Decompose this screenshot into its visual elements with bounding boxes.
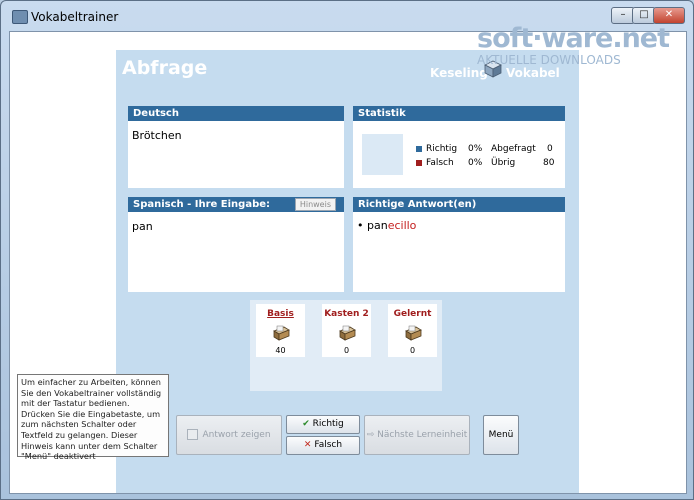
kasten-basis[interactable]: Basis 40 bbox=[256, 304, 305, 357]
correct-button[interactable]: ✔ Richtig bbox=[286, 415, 360, 434]
kasten-label: Basis bbox=[267, 309, 294, 319]
deutsch-box: Deutsch Brötchen bbox=[128, 106, 344, 188]
kasten-panel: Basis 40 Kasten 2 0 Gelernt 0 bbox=[250, 300, 442, 391]
kasten-gelernt[interactable]: Gelernt 0 bbox=[388, 304, 437, 357]
correct-answer-item: • panecillo bbox=[357, 219, 416, 232]
stat-label: Falsch bbox=[426, 158, 454, 168]
stat-value2: 0 bbox=[547, 144, 553, 154]
show-answer-icon bbox=[187, 429, 199, 440]
kasten-count: 0 bbox=[409, 346, 416, 355]
kasten-count: 0 bbox=[343, 346, 350, 355]
arrow-right-icon: ⇨ bbox=[366, 430, 375, 440]
eingabe-box: Spanisch - Ihre Eingabe: Hinweis pan bbox=[128, 197, 344, 292]
kasten-2[interactable]: Kasten 2 0 bbox=[322, 304, 371, 357]
show-answer-button[interactable]: Antwort zeigen bbox=[176, 415, 282, 455]
hint-button[interactable]: Hinweis bbox=[294, 198, 336, 211]
kasten-label: Gelernt bbox=[393, 309, 432, 319]
app-icon bbox=[12, 10, 28, 24]
wrong-button[interactable]: ✕ Falsch bbox=[286, 436, 360, 455]
falsch-legend-icon bbox=[416, 159, 422, 166]
watermark-main: soft·ware.net bbox=[477, 23, 670, 54]
app-window: Vokabeltrainer – □ ✕ Abfrage Keseling Vo… bbox=[0, 0, 694, 500]
checkmark-icon: ✔ bbox=[302, 419, 310, 429]
cross-icon: ✕ bbox=[303, 440, 312, 450]
answer-input-value: pan bbox=[132, 220, 153, 233]
answer-rest: ecillo bbox=[387, 219, 417, 232]
stat-label2: Übrig bbox=[491, 158, 516, 168]
stat-value2: 80 bbox=[543, 158, 555, 168]
statistic-chart bbox=[362, 134, 403, 175]
window-title: Vokabeltrainer bbox=[31, 10, 119, 24]
eingabe-header-label: Spanisch - Ihre Eingabe: bbox=[133, 199, 271, 210]
card-box-icon bbox=[405, 325, 422, 341]
answer-bullet: • bbox=[357, 219, 364, 232]
eingabe-header: Spanisch - Ihre Eingabe: Hinweis bbox=[128, 197, 344, 212]
menu-button[interactable]: Menü bbox=[483, 415, 519, 455]
kasten-count: 40 bbox=[275, 346, 286, 355]
answer-match: pan bbox=[367, 219, 388, 232]
stat-percent: 0% bbox=[468, 158, 483, 168]
stat-label2: Abgefragt bbox=[491, 144, 536, 154]
card-box-icon bbox=[339, 325, 356, 341]
card-box-icon bbox=[273, 325, 290, 341]
page-title: Abfrage bbox=[122, 57, 208, 79]
question-word: Brötchen bbox=[132, 129, 182, 142]
answer-input[interactable]: pan bbox=[128, 212, 344, 292]
watermark: soft·ware.net AKTUELLE DOWNLOADS bbox=[477, 23, 687, 67]
next-unit-label: Nächste Lerneinheit bbox=[377, 430, 468, 440]
watermark-sub: AKTUELLE DOWNLOADS bbox=[477, 53, 621, 67]
wrong-label: Falsch bbox=[314, 440, 343, 450]
antwort-box: Richtige Antwort(en) • panecillo bbox=[353, 197, 565, 292]
stat-percent: 0% bbox=[468, 144, 483, 154]
stat-label: Richtig bbox=[426, 144, 458, 154]
statistik-box: Statistik Richtig 0% Abgefragt 0 Falsch … bbox=[353, 106, 565, 188]
show-answer-label: Antwort zeigen bbox=[202, 430, 271, 440]
keyboard-hint-tooltip: Um einfacher zu Arbeiten, können Sie den… bbox=[17, 374, 169, 461]
correct-label: Richtig bbox=[312, 419, 344, 429]
deutsch-header: Deutsch bbox=[128, 106, 344, 121]
richtig-legend-icon bbox=[416, 145, 422, 152]
brand-label: Keseling bbox=[430, 66, 488, 80]
kasten-label: Kasten 2 bbox=[324, 309, 369, 319]
menu-label: Menü bbox=[488, 430, 514, 440]
next-unit-button[interactable]: ⇨ Nächste Lerneinheit bbox=[364, 415, 470, 455]
brand-suffix: Vokabel bbox=[506, 66, 560, 80]
antwort-header: Richtige Antwort(en) bbox=[353, 197, 565, 212]
close-button[interactable]: ✕ bbox=[653, 7, 685, 24]
statistik-header: Statistik bbox=[353, 106, 565, 121]
